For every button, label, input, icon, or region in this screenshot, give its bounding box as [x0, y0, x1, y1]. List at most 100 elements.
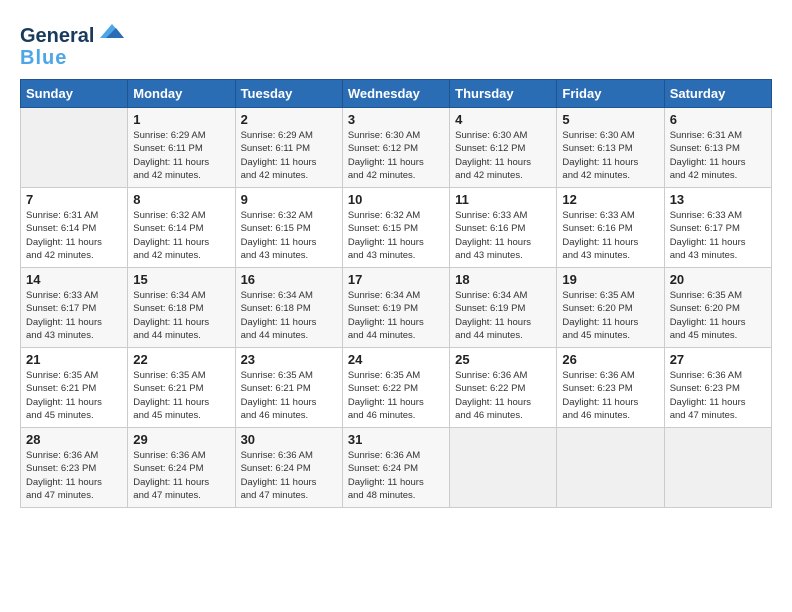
calendar-cell: 6 Sunrise: 6:31 AM Sunset: 6:13 PM Daylig…	[664, 108, 771, 188]
calendar-cell: 7 Sunrise: 6:31 AM Sunset: 6:14 PM Daylig…	[21, 188, 128, 268]
day-number: 16	[241, 272, 337, 287]
calendar-cell: 26 Sunrise: 6:36 AM Sunset: 6:23 PM Dayli…	[557, 348, 664, 428]
logo: General Blue	[20, 20, 128, 69]
calendar-week-row: 21 Sunrise: 6:35 AM Sunset: 6:21 PM Dayli…	[21, 348, 772, 428]
day-info: Sunrise: 6:35 AM Sunset: 6:21 PM Dayligh…	[26, 369, 122, 422]
calendar-cell	[664, 428, 771, 508]
day-number: 24	[348, 352, 444, 367]
day-info: Sunrise: 6:31 AM Sunset: 6:14 PM Dayligh…	[26, 209, 122, 262]
day-info: Sunrise: 6:33 AM Sunset: 6:16 PM Dayligh…	[455, 209, 551, 262]
calendar-cell: 1 Sunrise: 6:29 AM Sunset: 6:11 PM Daylig…	[128, 108, 235, 188]
calendar-week-row: 14 Sunrise: 6:33 AM Sunset: 6:17 PM Dayli…	[21, 268, 772, 348]
calendar-cell: 24 Sunrise: 6:35 AM Sunset: 6:22 PM Dayli…	[342, 348, 449, 428]
calendar-cell: 17 Sunrise: 6:34 AM Sunset: 6:19 PM Dayli…	[342, 268, 449, 348]
calendar-cell: 2Sunrise: 6:29 AM Sunset: 6:11 PM Daylig…	[235, 108, 342, 188]
day-number: 19	[562, 272, 658, 287]
calendar-cell	[450, 428, 557, 508]
day-info: Sunrise: 6:36 AM Sunset: 6:23 PM Dayligh…	[670, 369, 766, 422]
day-number: 20	[670, 272, 766, 287]
calendar-cell: 28 Sunrise: 6:36 AM Sunset: 6:23 PM Dayli…	[21, 428, 128, 508]
calendar-cell: 9 Sunrise: 6:32 AM Sunset: 6:15 PM Daylig…	[235, 188, 342, 268]
logo-icon	[96, 20, 128, 42]
day-info: Sunrise: 6:30 AM Sunset: 6:13 PM Dayligh…	[562, 129, 658, 182]
day-number: 14	[26, 272, 122, 287]
day-info: Sunrise: 6:29 AM Sunset: 6:11 PM Dayligh…	[133, 129, 229, 182]
day-info: Sunrise: 6:30 AM Sunset: 6:12 PM Dayligh…	[348, 129, 444, 182]
day-number: 8	[133, 192, 229, 207]
day-number: 1	[133, 112, 229, 127]
calendar-week-row: 7 Sunrise: 6:31 AM Sunset: 6:14 PM Daylig…	[21, 188, 772, 268]
day-number: 29	[133, 432, 229, 447]
calendar-header-sunday: Sunday	[21, 80, 128, 108]
calendar-header-row: SundayMondayTuesdayWednesdayThursdayFrid…	[21, 80, 772, 108]
day-info: Sunrise: 6:33 AM Sunset: 6:17 PM Dayligh…	[26, 289, 122, 342]
calendar-cell: 25Sunrise: 6:36 AM Sunset: 6:22 PM Dayli…	[450, 348, 557, 428]
page-header: General Blue	[20, 20, 772, 69]
calendar-cell: 22 Sunrise: 6:35 AM Sunset: 6:21 PM Dayli…	[128, 348, 235, 428]
day-number: 4	[455, 112, 551, 127]
day-number: 2	[241, 112, 337, 127]
day-number: 27	[670, 352, 766, 367]
calendar-cell: 23 Sunrise: 6:35 AM Sunset: 6:21 PM Dayli…	[235, 348, 342, 428]
day-info: Sunrise: 6:36 AM Sunset: 6:23 PM Dayligh…	[26, 449, 122, 502]
calendar-header-monday: Monday	[128, 80, 235, 108]
day-number: 5	[562, 112, 658, 127]
day-number: 15	[133, 272, 229, 287]
calendar-week-row: 1 Sunrise: 6:29 AM Sunset: 6:11 PM Daylig…	[21, 108, 772, 188]
calendar-cell: 16 Sunrise: 6:34 AM Sunset: 6:18 PM Dayli…	[235, 268, 342, 348]
day-info: Sunrise: 6:35 AM Sunset: 6:22 PM Dayligh…	[348, 369, 444, 422]
day-number: 22	[133, 352, 229, 367]
day-number: 25	[455, 352, 551, 367]
calendar-cell: 11 Sunrise: 6:33 AM Sunset: 6:16 PM Dayli…	[450, 188, 557, 268]
day-info: Sunrise: 6:35 AM Sunset: 6:21 PM Dayligh…	[133, 369, 229, 422]
day-info: Sunrise: 6:36 AM Sunset: 6:24 PM Dayligh…	[133, 449, 229, 502]
calendar-cell: 13 Sunrise: 6:33 AM Sunset: 6:17 PM Dayli…	[664, 188, 771, 268]
day-number: 6	[670, 112, 766, 127]
day-number: 31	[348, 432, 444, 447]
day-info: Sunrise: 6:32 AM Sunset: 6:14 PM Dayligh…	[133, 209, 229, 262]
day-info: Sunrise: 6:36 AM Sunset: 6:23 PM Dayligh…	[562, 369, 658, 422]
calendar-cell: 8 Sunrise: 6:32 AM Sunset: 6:14 PM Daylig…	[128, 188, 235, 268]
day-number: 9	[241, 192, 337, 207]
day-number: 26	[562, 352, 658, 367]
calendar-cell: 19 Sunrise: 6:35 AM Sunset: 6:20 PM Dayli…	[557, 268, 664, 348]
day-number: 11	[455, 192, 551, 207]
day-info: Sunrise: 6:34 AM Sunset: 6:19 PM Dayligh…	[348, 289, 444, 342]
day-number: 10	[348, 192, 444, 207]
day-info: Sunrise: 6:33 AM Sunset: 6:16 PM Dayligh…	[562, 209, 658, 262]
calendar-cell: 27 Sunrise: 6:36 AM Sunset: 6:23 PM Dayli…	[664, 348, 771, 428]
day-info: Sunrise: 6:32 AM Sunset: 6:15 PM Dayligh…	[348, 209, 444, 262]
calendar-cell: 20 Sunrise: 6:35 AM Sunset: 6:20 PM Dayli…	[664, 268, 771, 348]
calendar-header-saturday: Saturday	[664, 80, 771, 108]
calendar-cell: 5 Sunrise: 6:30 AM Sunset: 6:13 PM Daylig…	[557, 108, 664, 188]
calendar-cell: 14 Sunrise: 6:33 AM Sunset: 6:17 PM Dayli…	[21, 268, 128, 348]
calendar-header-wednesday: Wednesday	[342, 80, 449, 108]
calendar-header-tuesday: Tuesday	[235, 80, 342, 108]
calendar-header-friday: Friday	[557, 80, 664, 108]
day-number: 28	[26, 432, 122, 447]
calendar-cell: 15Sunrise: 6:34 AM Sunset: 6:18 PM Dayli…	[128, 268, 235, 348]
day-info: Sunrise: 6:30 AM Sunset: 6:12 PM Dayligh…	[455, 129, 551, 182]
day-number: 17	[348, 272, 444, 287]
calendar-cell: 29 Sunrise: 6:36 AM Sunset: 6:24 PM Dayli…	[128, 428, 235, 508]
day-number: 23	[241, 352, 337, 367]
day-number: 7	[26, 192, 122, 207]
day-info: Sunrise: 6:35 AM Sunset: 6:20 PM Dayligh…	[562, 289, 658, 342]
calendar-week-row: 28 Sunrise: 6:36 AM Sunset: 6:23 PM Dayli…	[21, 428, 772, 508]
day-number: 3	[348, 112, 444, 127]
calendar-table: SundayMondayTuesdayWednesdayThursdayFrid…	[20, 79, 772, 508]
day-info: Sunrise: 6:31 AM Sunset: 6:13 PM Dayligh…	[670, 129, 766, 182]
calendar-cell: 12 Sunrise: 6:33 AM Sunset: 6:16 PM Dayli…	[557, 188, 664, 268]
day-info: Sunrise: 6:32 AM Sunset: 6:15 PM Dayligh…	[241, 209, 337, 262]
calendar-cell: 10 Sunrise: 6:32 AM Sunset: 6:15 PM Dayli…	[342, 188, 449, 268]
day-number: 21	[26, 352, 122, 367]
day-info: Sunrise: 6:34 AM Sunset: 6:18 PM Dayligh…	[241, 289, 337, 342]
day-info: Sunrise: 6:33 AM Sunset: 6:17 PM Dayligh…	[670, 209, 766, 262]
day-number: 13	[670, 192, 766, 207]
day-info: Sunrise: 6:35 AM Sunset: 6:20 PM Dayligh…	[670, 289, 766, 342]
calendar-cell	[557, 428, 664, 508]
day-info: Sunrise: 6:36 AM Sunset: 6:24 PM Dayligh…	[348, 449, 444, 502]
day-number: 12	[562, 192, 658, 207]
day-info: Sunrise: 6:35 AM Sunset: 6:21 PM Dayligh…	[241, 369, 337, 422]
calendar-cell: 31 Sunrise: 6:36 AM Sunset: 6:24 PM Dayli…	[342, 428, 449, 508]
